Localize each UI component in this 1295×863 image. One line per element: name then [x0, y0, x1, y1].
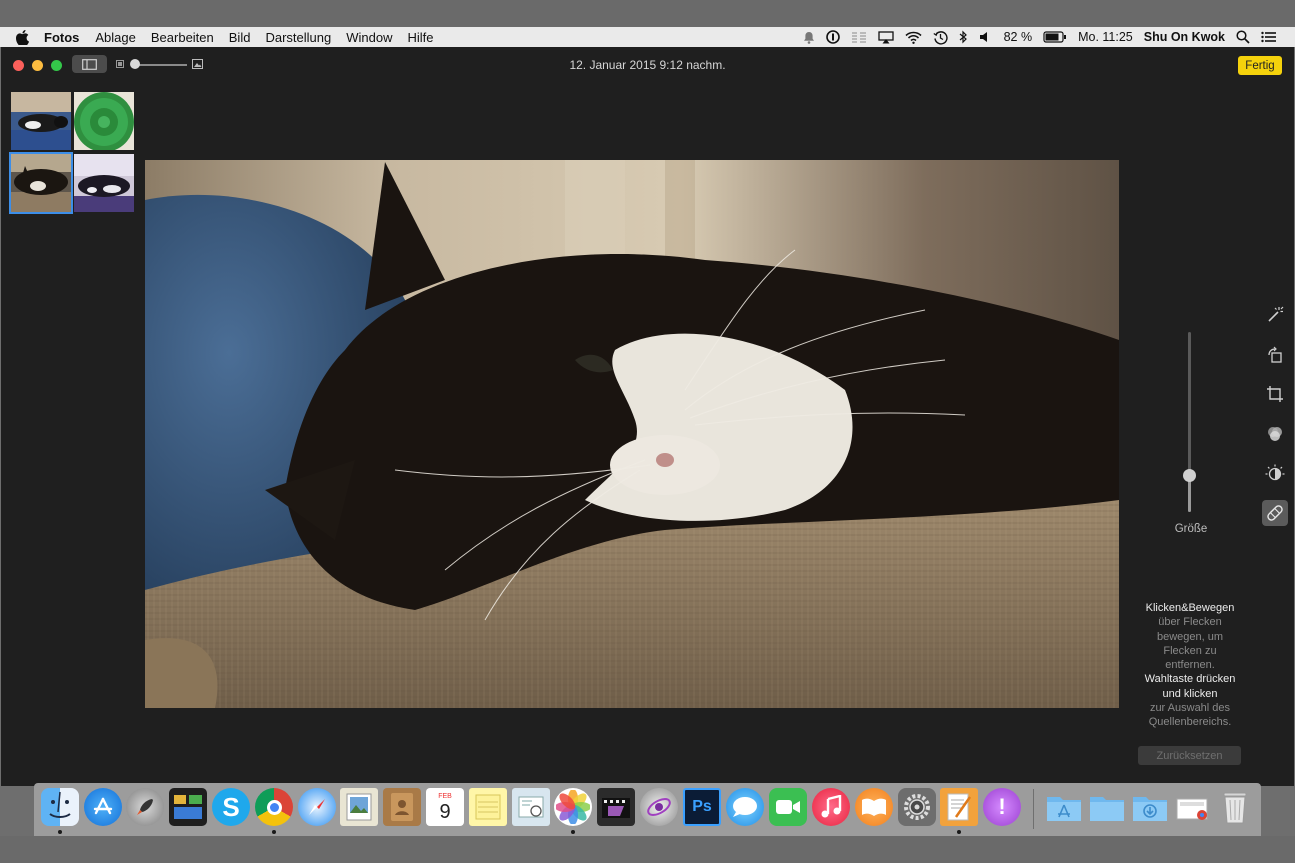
- stack-files-icon[interactable]: [1174, 788, 1212, 826]
- crop-icon: [1267, 386, 1283, 402]
- notification-center-icon[interactable]: [1261, 31, 1277, 43]
- facetime-icon[interactable]: [769, 788, 807, 826]
- finder-icon[interactable]: [41, 788, 79, 826]
- help-line: Flecken zu: [1163, 644, 1217, 657]
- retouch-tool[interactable]: [1262, 500, 1288, 526]
- help-line: Quellenbereichs.: [1148, 716, 1232, 729]
- retouch-icon: [1267, 505, 1283, 521]
- calendar-month: FEB: [438, 793, 452, 800]
- menu-bar: Fotos Ablage Bearbeiten Bild Darstellung…: [0, 27, 1295, 47]
- notification-icon[interactable]: [803, 31, 815, 44]
- battery-icon[interactable]: [1043, 31, 1067, 43]
- calendar-day: 9: [439, 801, 451, 823]
- help-heading-option-click-2: und klicken: [1162, 687, 1218, 700]
- help-line: zur Auswahl des: [1149, 702, 1231, 715]
- photos-window: 12. Januar 2015 9:12 nachm. Fertig Größe…: [1, 47, 1294, 786]
- help-line: entfernen.: [1165, 659, 1215, 672]
- menu-app-name[interactable]: Fotos: [44, 30, 79, 45]
- running-indicator: [571, 830, 575, 834]
- safari-icon[interactable]: [298, 788, 336, 826]
- help-line: über Flecken: [1158, 616, 1222, 629]
- spotlight-icon[interactable]: [1236, 30, 1250, 44]
- help-heading-click-move: Klicken&Bewegen: [1145, 602, 1235, 614]
- motion-icon[interactable]: [640, 788, 678, 826]
- time-machine-icon[interactable]: [933, 30, 948, 45]
- title-bar: 12. Januar 2015 9:12 nachm. Fertig: [1, 47, 1294, 83]
- help-heading-option-click: Wahltaste drücken: [1144, 673, 1236, 686]
- menu-clock[interactable]: Mo. 11:25: [1078, 30, 1133, 44]
- status-area: 82 % Mo. 11:25 Shu On Kwok: [803, 30, 1277, 45]
- photoshop-icon[interactable]: Ps: [683, 788, 721, 826]
- top-border: [0, 0, 1295, 27]
- help-line: bewegen, um: [1156, 630, 1224, 643]
- enhance-icon: [1268, 306, 1284, 322]
- 1password-icon[interactable]: [825, 30, 840, 44]
- thumbnail-cat-sleeping-closeup[interactable]: [9, 152, 73, 214]
- main-photo[interactable]: [145, 160, 1119, 708]
- calendar-icon[interactable]: FEB 9: [426, 788, 464, 826]
- skype-icon[interactable]: S: [212, 788, 250, 826]
- downloads-folder-icon[interactable]: [1131, 788, 1169, 826]
- photoshop-label: Ps: [692, 798, 712, 815]
- crop-tool[interactable]: [1262, 381, 1288, 407]
- final-cut-pro-icon[interactable]: [597, 788, 635, 826]
- documents-folder-icon[interactable]: [1088, 788, 1126, 826]
- menu-item-darstellung[interactable]: Darstellung: [265, 30, 331, 45]
- retouch-help-text: Klicken&Bewegen über Flecken bewegen, um…: [1131, 601, 1249, 730]
- dock-separator: [1033, 789, 1034, 829]
- thumbnail-cat-on-blue-blanket[interactable]: [11, 92, 71, 150]
- itunes-icon[interactable]: [812, 788, 850, 826]
- user-name[interactable]: Shu On Kwok: [1144, 30, 1225, 44]
- size-slider-knob[interactable]: [1183, 469, 1196, 482]
- bluetooth-icon[interactable]: [959, 30, 968, 44]
- rotate-icon: [1268, 346, 1282, 363]
- menu-item-window[interactable]: Window: [346, 30, 392, 45]
- mission-control-icon[interactable]: [169, 788, 207, 826]
- rotate-tool[interactable]: [1262, 342, 1288, 368]
- size-label: Größe: [1174, 523, 1208, 535]
- enhance-tool[interactable]: [1262, 302, 1288, 328]
- running-indicator: [957, 830, 961, 834]
- adjust-tool[interactable]: [1262, 461, 1288, 487]
- menu-item-bearbeiten[interactable]: Bearbeiten: [151, 30, 214, 45]
- podcast-icon[interactable]: !: [983, 788, 1021, 826]
- bars-icon[interactable]: [851, 31, 867, 43]
- contacts-icon[interactable]: [383, 788, 421, 826]
- photos-app-icon[interactable]: [554, 788, 592, 826]
- trash-icon[interactable]: [1216, 788, 1254, 826]
- app-store-icon[interactable]: [84, 788, 122, 826]
- filters-icon: [1268, 427, 1282, 441]
- desktop: Fotos Ablage Bearbeiten Bild Darstellung…: [0, 0, 1295, 863]
- menu-item-hilfe[interactable]: Hilfe: [407, 30, 433, 45]
- messages-icon[interactable]: [726, 788, 764, 826]
- filters-tool[interactable]: [1262, 421, 1288, 447]
- launchpad-icon[interactable]: [126, 788, 164, 826]
- screenshot-icon[interactable]: [512, 788, 550, 826]
- window-title: 12. Januar 2015 9:12 nachm.: [569, 58, 726, 72]
- reset-button[interactable]: Zurücksetzen: [1138, 746, 1241, 765]
- airplay-icon[interactable]: [877, 30, 894, 44]
- ibooks-icon[interactable]: [855, 788, 893, 826]
- menu-item-ablage[interactable]: Ablage: [95, 30, 135, 45]
- notes-icon[interactable]: [469, 788, 507, 826]
- apple-menu-icon[interactable]: [16, 29, 32, 45]
- bottom-border: [0, 836, 1295, 863]
- applications-folder-icon[interactable]: [1045, 788, 1083, 826]
- menu-item-bild[interactable]: Bild: [229, 30, 251, 45]
- system-preferences-icon[interactable]: [898, 788, 936, 826]
- chrome-icon[interactable]: [255, 788, 293, 826]
- thumbnail-green-plate[interactable]: [74, 92, 134, 150]
- preview-icon[interactable]: [340, 788, 378, 826]
- battery-percent: 82 %: [1003, 30, 1033, 44]
- done-button[interactable]: Fertig: [1238, 56, 1282, 75]
- adjust-icon: [1265, 464, 1285, 481]
- running-indicator: [272, 830, 276, 834]
- pages-icon[interactable]: [940, 788, 978, 826]
- running-indicator: [58, 830, 62, 834]
- thumbnail-cat-lying-window[interactable]: [74, 154, 134, 212]
- volume-icon[interactable]: [979, 31, 993, 43]
- dock: S FEB 9 Ps !: [34, 783, 1261, 836]
- wifi-icon[interactable]: [905, 31, 922, 44]
